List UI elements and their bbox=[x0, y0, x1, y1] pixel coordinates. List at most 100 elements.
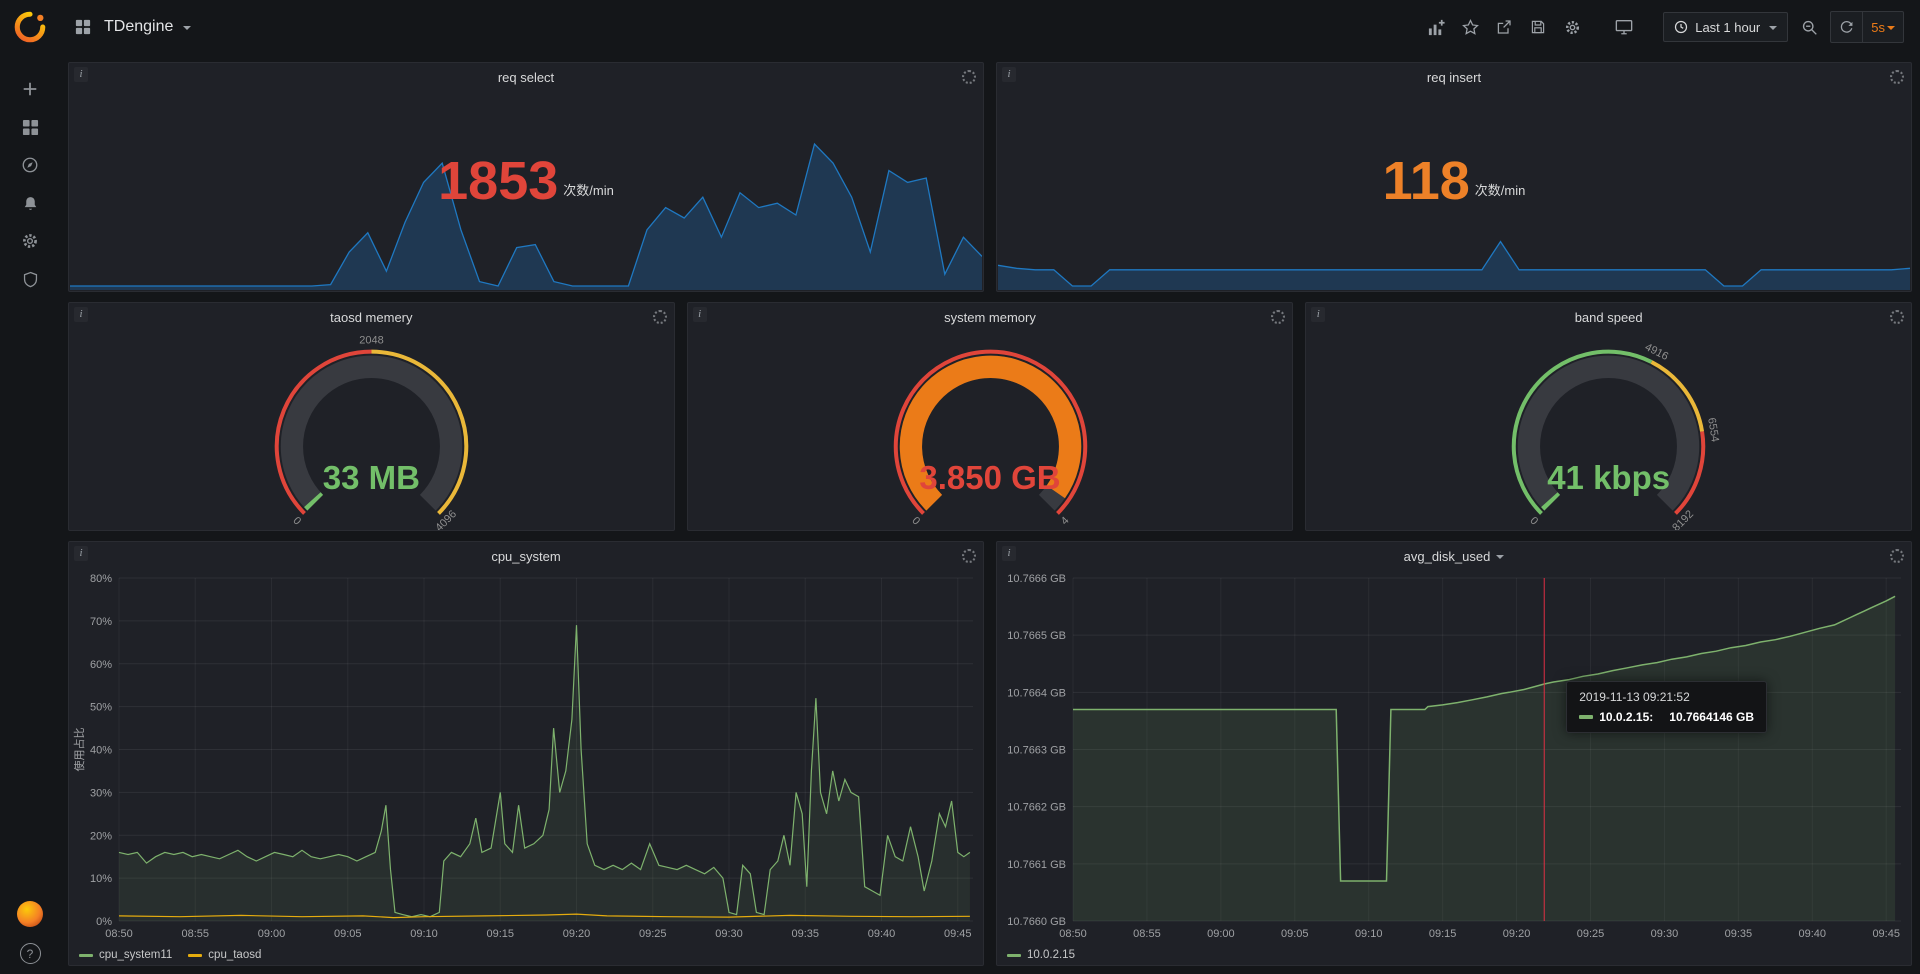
refresh-button[interactable] bbox=[1831, 12, 1862, 42]
zoom-out-icon bbox=[1801, 19, 1818, 36]
explore-compass-icon bbox=[21, 156, 39, 174]
refresh-interval-picker[interactable]: 5s bbox=[1862, 12, 1903, 42]
dashboard-row-1: i req select 1853 次数/min i req insert 11 bbox=[68, 62, 1912, 292]
loading-spinner-icon bbox=[1890, 549, 1904, 563]
dashboard-title[interactable]: TDengine bbox=[104, 18, 173, 36]
panel-body: 0819249166554 41 kbps bbox=[1306, 331, 1911, 530]
sidebar-item-configuration[interactable] bbox=[0, 222, 60, 260]
sidebar-item-dashboards[interactable] bbox=[0, 108, 60, 146]
info-icon[interactable]: i bbox=[1311, 307, 1325, 322]
apps-grid-icon bbox=[75, 19, 91, 35]
svg-text:09:45: 09:45 bbox=[944, 928, 972, 940]
save-icon bbox=[1530, 19, 1546, 35]
dashboard-picker-button[interactable] bbox=[70, 14, 96, 40]
panel-title[interactable]: taosd memery bbox=[330, 310, 412, 325]
panel-title[interactable]: cpu_system bbox=[491, 549, 560, 564]
time-series-chart[interactable]: 08:5008:5509:0009:0509:1009:1509:2009:25… bbox=[69, 570, 983, 945]
time-series-chart[interactable]: 08:5008:5509:0009:0509:1009:1509:2009:25… bbox=[997, 570, 1911, 945]
panel-req-select: i req select 1853 次数/min bbox=[68, 62, 984, 292]
legend-swatch bbox=[188, 954, 202, 957]
loading-spinner-icon bbox=[1890, 70, 1904, 84]
configuration-gear-icon bbox=[21, 232, 39, 250]
panel-band-speed: i band speed 0819249166554 41 kbps bbox=[1305, 302, 1912, 531]
star-dashboard-button[interactable] bbox=[1457, 14, 1483, 40]
svg-text:09:40: 09:40 bbox=[1799, 928, 1827, 940]
caret-down-icon bbox=[1496, 555, 1504, 559]
legend-item[interactable]: cpu_system11 bbox=[79, 949, 172, 961]
panel-title[interactable]: band speed bbox=[1575, 310, 1643, 325]
sparkline-chart[interactable] bbox=[70, 140, 982, 290]
svg-text:09:30: 09:30 bbox=[1651, 928, 1679, 940]
svg-text:09:20: 09:20 bbox=[1503, 928, 1531, 940]
save-dashboard-button[interactable] bbox=[1525, 14, 1551, 40]
sparkline-chart[interactable] bbox=[998, 140, 1910, 290]
sidebar-item-alerting[interactable] bbox=[0, 184, 60, 222]
svg-text:10%: 10% bbox=[90, 873, 112, 885]
refresh-controls: 5s bbox=[1830, 11, 1904, 43]
svg-text:6554: 6554 bbox=[1706, 417, 1722, 443]
panel-header: i taosd memery bbox=[69, 303, 674, 331]
legend-item[interactable]: 10.0.2.15 bbox=[1007, 949, 1075, 961]
svg-text:09:10: 09:10 bbox=[410, 928, 438, 940]
share-dashboard-button[interactable] bbox=[1491, 14, 1517, 40]
panel-title[interactable]: req select bbox=[498, 70, 554, 85]
cycle-view-mode-button[interactable] bbox=[1611, 14, 1637, 40]
navbar: TDengine bbox=[60, 0, 1920, 54]
panel-header: i avg_disk_used bbox=[997, 542, 1911, 570]
sidebar-item-explore[interactable] bbox=[0, 146, 60, 184]
loading-spinner-icon bbox=[1271, 310, 1285, 324]
gauge-chart[interactable]: 040962048 bbox=[69, 331, 674, 530]
add-panel-button[interactable] bbox=[1423, 14, 1449, 40]
graph-tooltip: 2019-11-13 09:21:52 10.0.2.15: 10.766414… bbox=[1566, 681, 1767, 733]
svg-text:0: 0 bbox=[909, 515, 922, 528]
grafana-logo[interactable] bbox=[13, 10, 47, 44]
gauge-value: 33 MB bbox=[323, 459, 420, 497]
dashboard-settings-button[interactable] bbox=[1559, 14, 1585, 40]
panel-header: i band speed bbox=[1306, 303, 1911, 331]
plus-icon bbox=[21, 80, 39, 98]
help-icon[interactable]: ? bbox=[20, 943, 41, 964]
panel-cpu-system: i cpu_system 08:5008:5509:0009:0509:1009… bbox=[68, 541, 984, 966]
alerting-bell-icon bbox=[22, 195, 39, 212]
svg-text:09:45: 09:45 bbox=[1872, 928, 1900, 940]
svg-text:0%: 0% bbox=[96, 916, 112, 928]
panel-title[interactable]: avg_disk_used bbox=[1404, 549, 1491, 564]
info-icon[interactable]: i bbox=[74, 307, 88, 322]
info-icon[interactable]: i bbox=[74, 67, 88, 82]
legend-item[interactable]: cpu_taosd bbox=[188, 949, 261, 961]
sidebar-item-server-admin[interactable] bbox=[0, 260, 60, 298]
panel-title[interactable]: system memory bbox=[944, 310, 1036, 325]
svg-text:09:05: 09:05 bbox=[1281, 928, 1309, 940]
tooltip-series-name: 10.0.2.15: bbox=[1599, 710, 1653, 724]
sidebar-bottom: ? bbox=[17, 901, 43, 964]
gauge-chart[interactable]: 0819249166554 bbox=[1306, 331, 1911, 530]
svg-text:09:25: 09:25 bbox=[1577, 928, 1605, 940]
gauge-chart[interactable]: 04 bbox=[688, 331, 1293, 530]
panel-title[interactable]: req insert bbox=[1427, 70, 1481, 85]
gauge-value: 3.850 GB bbox=[919, 459, 1060, 497]
info-icon[interactable]: i bbox=[74, 546, 88, 561]
time-range-picker[interactable]: Last 1 hour bbox=[1663, 12, 1788, 42]
svg-text:70%: 70% bbox=[90, 616, 112, 628]
clock-icon bbox=[1674, 20, 1688, 34]
star-icon bbox=[1462, 19, 1479, 36]
info-icon[interactable]: i bbox=[1002, 67, 1016, 82]
info-icon[interactable]: i bbox=[693, 307, 707, 322]
svg-text:60%: 60% bbox=[90, 659, 112, 671]
sidebar-item-create[interactable] bbox=[0, 70, 60, 108]
navbar-actions: Last 1 hour 5s bbox=[1423, 11, 1904, 43]
svg-text:8192: 8192 bbox=[1671, 508, 1697, 530]
panel-req-insert: i req insert 118 次数/min bbox=[996, 62, 1912, 292]
legend-swatch bbox=[79, 954, 93, 957]
user-avatar[interactable] bbox=[17, 901, 43, 927]
svg-text:80%: 80% bbox=[90, 573, 112, 585]
svg-text:10.7663 GB: 10.7663 GB bbox=[1007, 745, 1066, 757]
dashboard: i req select 1853 次数/min i req insert 11 bbox=[60, 54, 1920, 974]
panel-body: 04 3.850 GB bbox=[688, 331, 1293, 530]
caret-down-icon bbox=[183, 26, 191, 30]
svg-text:09:15: 09:15 bbox=[1429, 928, 1457, 940]
tv-icon bbox=[1615, 18, 1633, 36]
info-icon[interactable]: i bbox=[1002, 546, 1016, 561]
sidebar-menu bbox=[0, 70, 60, 298]
zoom-out-button[interactable] bbox=[1796, 14, 1822, 40]
